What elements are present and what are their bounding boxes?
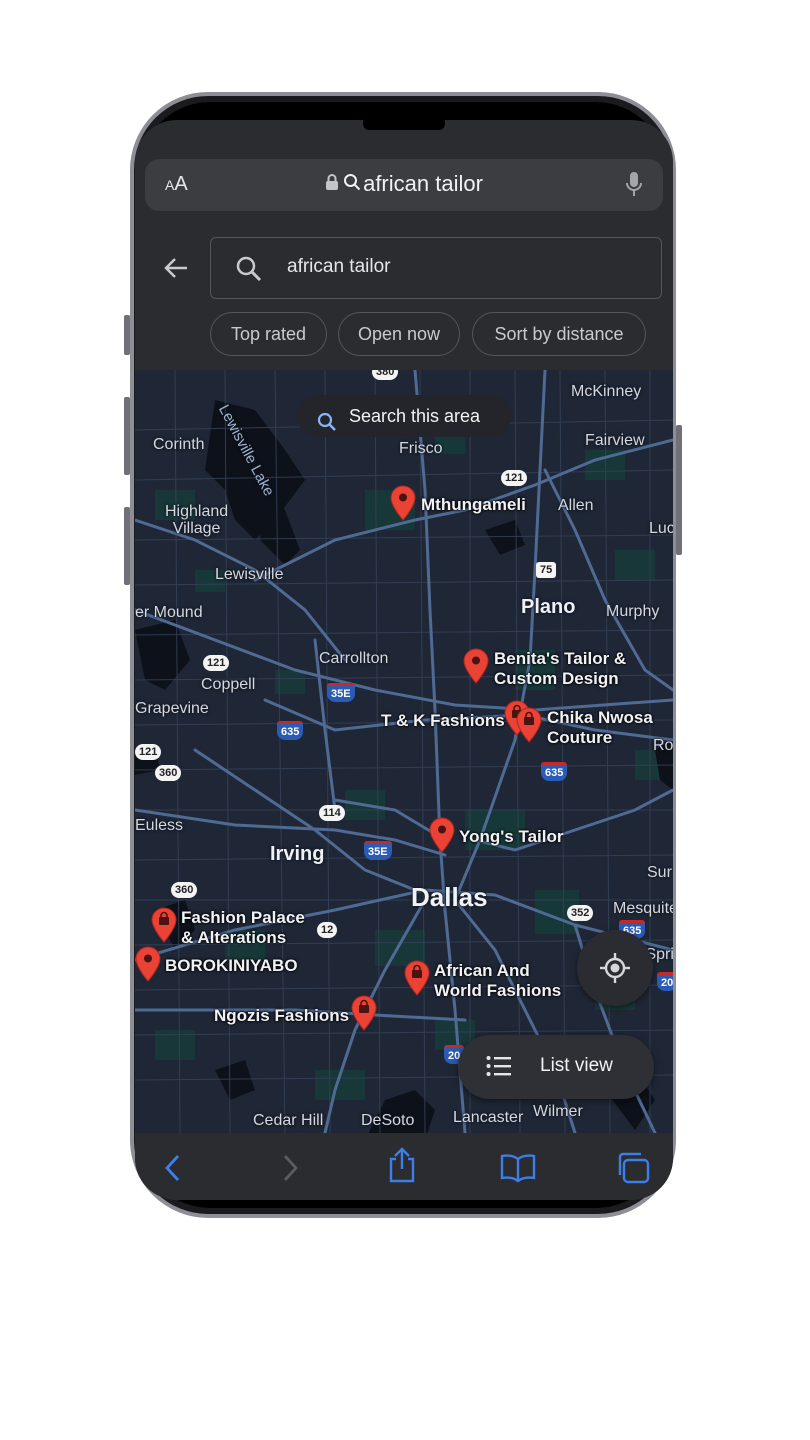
place-label-dallas: Dallas xyxy=(411,882,488,912)
list-view-button[interactable]: List view xyxy=(458,1035,654,1099)
place-label-plano: Plano xyxy=(521,596,576,618)
result-label[interactable]: Mthungameli xyxy=(421,495,526,515)
result-label[interactable]: Chika Nwosa Couture xyxy=(547,708,653,748)
place-label-cedar-hill: Cedar Hill xyxy=(253,1112,324,1129)
result-label[interactable]: BOROKINIYABO xyxy=(165,956,298,976)
safari-toolbar xyxy=(135,1133,673,1200)
place-label-mckinney: McKinney xyxy=(571,383,642,400)
back-icon[interactable] xyxy=(163,1153,183,1188)
place-label-wilmer: Wilmer xyxy=(533,1103,583,1120)
power-button xyxy=(676,425,682,555)
chip-top-rated[interactable]: Top rated xyxy=(210,312,327,356)
search-icon xyxy=(343,171,361,197)
map-pin-icon[interactable] xyxy=(135,946,161,982)
url-text: african tailor xyxy=(363,171,483,197)
place-label-sunnyvale: Sur xyxy=(647,864,672,881)
route-shield: 352 xyxy=(567,905,594,921)
shop-pin-icon[interactable] xyxy=(151,907,177,943)
place-label-lucas: Luc xyxy=(649,520,673,537)
route-shield: 75 xyxy=(536,562,557,578)
place-label-corinth: Corinth xyxy=(153,436,205,453)
notch xyxy=(363,120,445,130)
search-this-area-button[interactable]: Search this area xyxy=(297,395,511,437)
place-label-desoto: DeSoto xyxy=(361,1112,415,1129)
list-view-label: List view xyxy=(540,1055,613,1076)
chip-sort-by-distance[interactable]: Sort by distance xyxy=(472,312,646,356)
place-label-flower-mound: er Mound xyxy=(135,604,203,621)
back-arrow-icon[interactable] xyxy=(163,256,189,285)
route-shield: 360 xyxy=(155,765,182,781)
search-query: african tailor xyxy=(287,256,391,277)
place-label-murphy: Murphy xyxy=(606,603,660,620)
share-icon[interactable] xyxy=(387,1147,417,1188)
chip-open-now[interactable]: Open now xyxy=(338,312,460,356)
result-label[interactable]: Ngozis Fashions xyxy=(214,1006,349,1026)
search-this-area-label: Search this area xyxy=(349,406,481,426)
result-label[interactable]: Yong's Tailor xyxy=(459,827,563,847)
place-label-fairview: Fairview xyxy=(585,432,645,449)
place-label-highland-village: Highland Village xyxy=(165,503,229,537)
search-input[interactable]: african tailor xyxy=(210,237,662,299)
list-icon xyxy=(486,1056,511,1076)
place-label-grapevine: Grapevine xyxy=(135,700,209,717)
place-label-rowlett: Ro xyxy=(653,737,673,754)
tabs-icon[interactable] xyxy=(615,1151,651,1190)
place-label-lancaster: Lancaster xyxy=(453,1109,524,1126)
result-label[interactable]: Fashion Palace & Alterations xyxy=(181,908,305,948)
phone-screen: AA african tailor african tailor Top rat… xyxy=(135,120,673,1200)
result-label[interactable]: T & K Fashions xyxy=(381,711,505,731)
route-shield: 380 xyxy=(372,370,399,380)
map-pin-icon[interactable] xyxy=(429,817,455,853)
my-location-button[interactable] xyxy=(577,930,653,1006)
route-shield: 635 xyxy=(277,721,304,740)
place-label-lewisville: Lewisville xyxy=(215,566,284,583)
shop-pin-icon[interactable] xyxy=(351,995,377,1031)
place-label-coppell: Coppell xyxy=(201,676,256,693)
place-label-irving: Irving xyxy=(270,843,325,865)
route-shield: 121 xyxy=(135,744,162,760)
route-shield: 360 xyxy=(171,882,198,898)
place-label-carrollton: Carrollton xyxy=(319,650,389,667)
route-shield: 121 xyxy=(501,470,528,486)
url-field[interactable]: african tailor xyxy=(145,170,663,197)
shop-pin-icon[interactable] xyxy=(404,960,430,996)
bookmarks-icon[interactable] xyxy=(500,1153,536,1188)
shop-pin-icon[interactable] xyxy=(516,707,542,743)
route-shield: 635 xyxy=(541,762,568,781)
result-label[interactable]: Benita's Tailor & Custom Design xyxy=(494,649,626,689)
place-label-euless: Euless xyxy=(135,817,184,834)
place-label-frisco: Frisco xyxy=(399,440,443,457)
route-shield: 121 xyxy=(203,655,230,671)
safari-url-bar[interactable]: AA african tailor xyxy=(145,159,663,211)
route-shield: 35E xyxy=(327,683,355,702)
route-shield: 114 xyxy=(319,805,345,821)
search-icon xyxy=(235,255,263,288)
lock-icon xyxy=(325,171,339,197)
forward-icon[interactable] xyxy=(280,1153,300,1188)
place-label-mesquite: Mesquite xyxy=(613,900,673,917)
route-shield: 20 xyxy=(657,972,673,991)
map-view[interactable]: Corinth Frisco McKinney Fairview Allen H… xyxy=(135,370,673,1133)
result-label[interactable]: African And World Fashions xyxy=(434,961,561,1001)
microphone-icon[interactable] xyxy=(625,171,643,204)
crosshair-icon xyxy=(600,953,630,983)
search-icon xyxy=(317,405,337,447)
map-pin-icon[interactable] xyxy=(463,648,489,684)
place-label-allen: Allen xyxy=(558,497,594,514)
route-shield: 12 xyxy=(317,922,338,938)
route-shield: 35E xyxy=(364,841,392,860)
map-pin-icon[interactable] xyxy=(390,485,416,521)
